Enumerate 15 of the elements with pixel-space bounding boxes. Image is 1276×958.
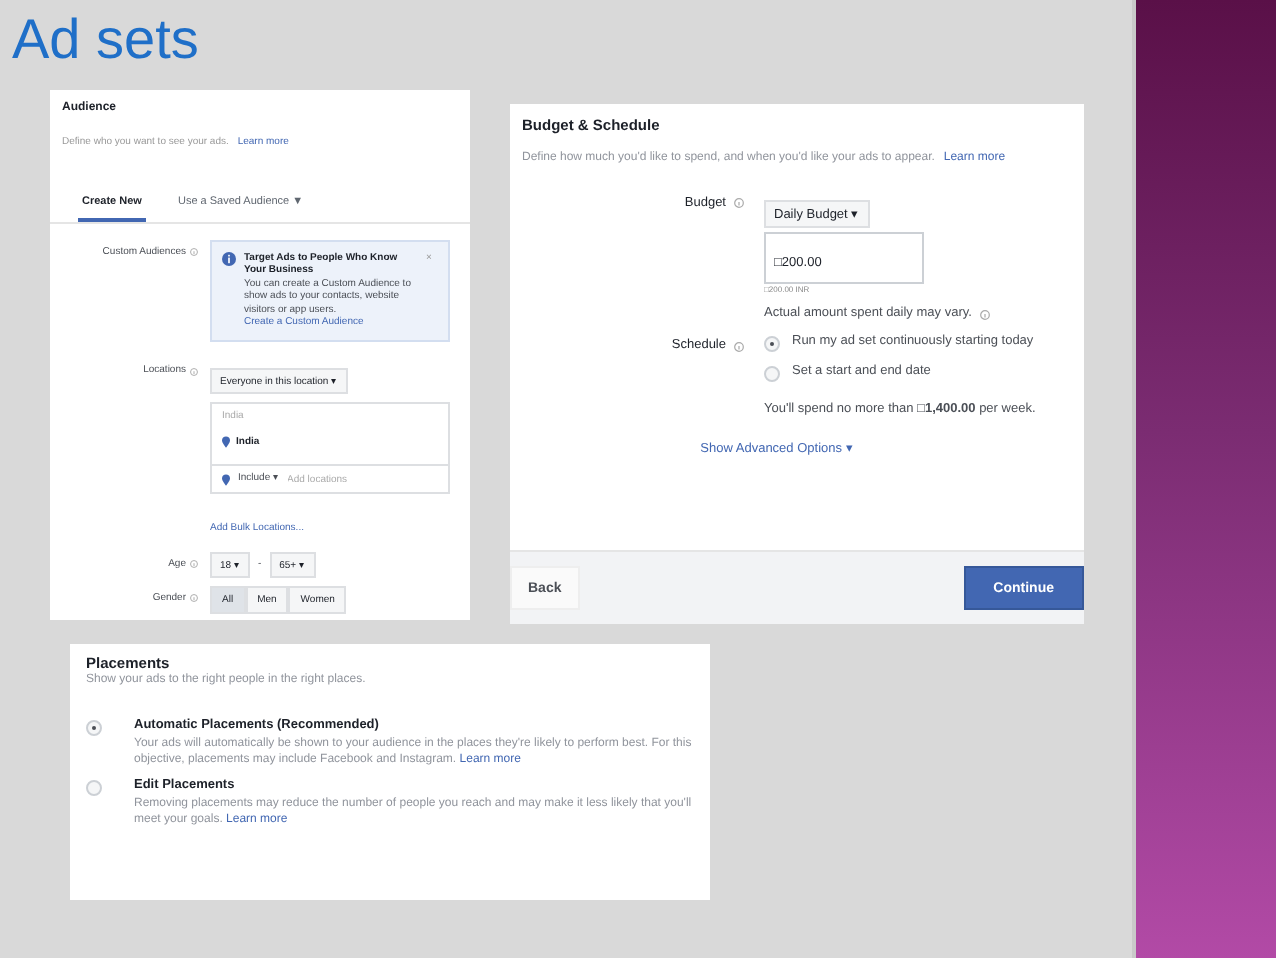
radio-button[interactable] [86, 719, 102, 736]
info-icon[interactable] [190, 367, 198, 376]
info-icon[interactable] [734, 342, 744, 353]
pin-icon [222, 436, 230, 449]
info-icon[interactable] [979, 309, 990, 320]
info-icon [222, 251, 236, 266]
slide-title: Ad sets [12, 8, 201, 72]
info-icon[interactable] [190, 248, 198, 257]
info-icon[interactable] [190, 560, 198, 569]
radio-button[interactable] [764, 336, 780, 353]
radio-button[interactable] [86, 779, 102, 796]
pin-icon [222, 473, 230, 486]
radio-button[interactable] [764, 366, 780, 383]
info-icon[interactable] [190, 594, 198, 603]
info-icon[interactable] [734, 198, 744, 209]
